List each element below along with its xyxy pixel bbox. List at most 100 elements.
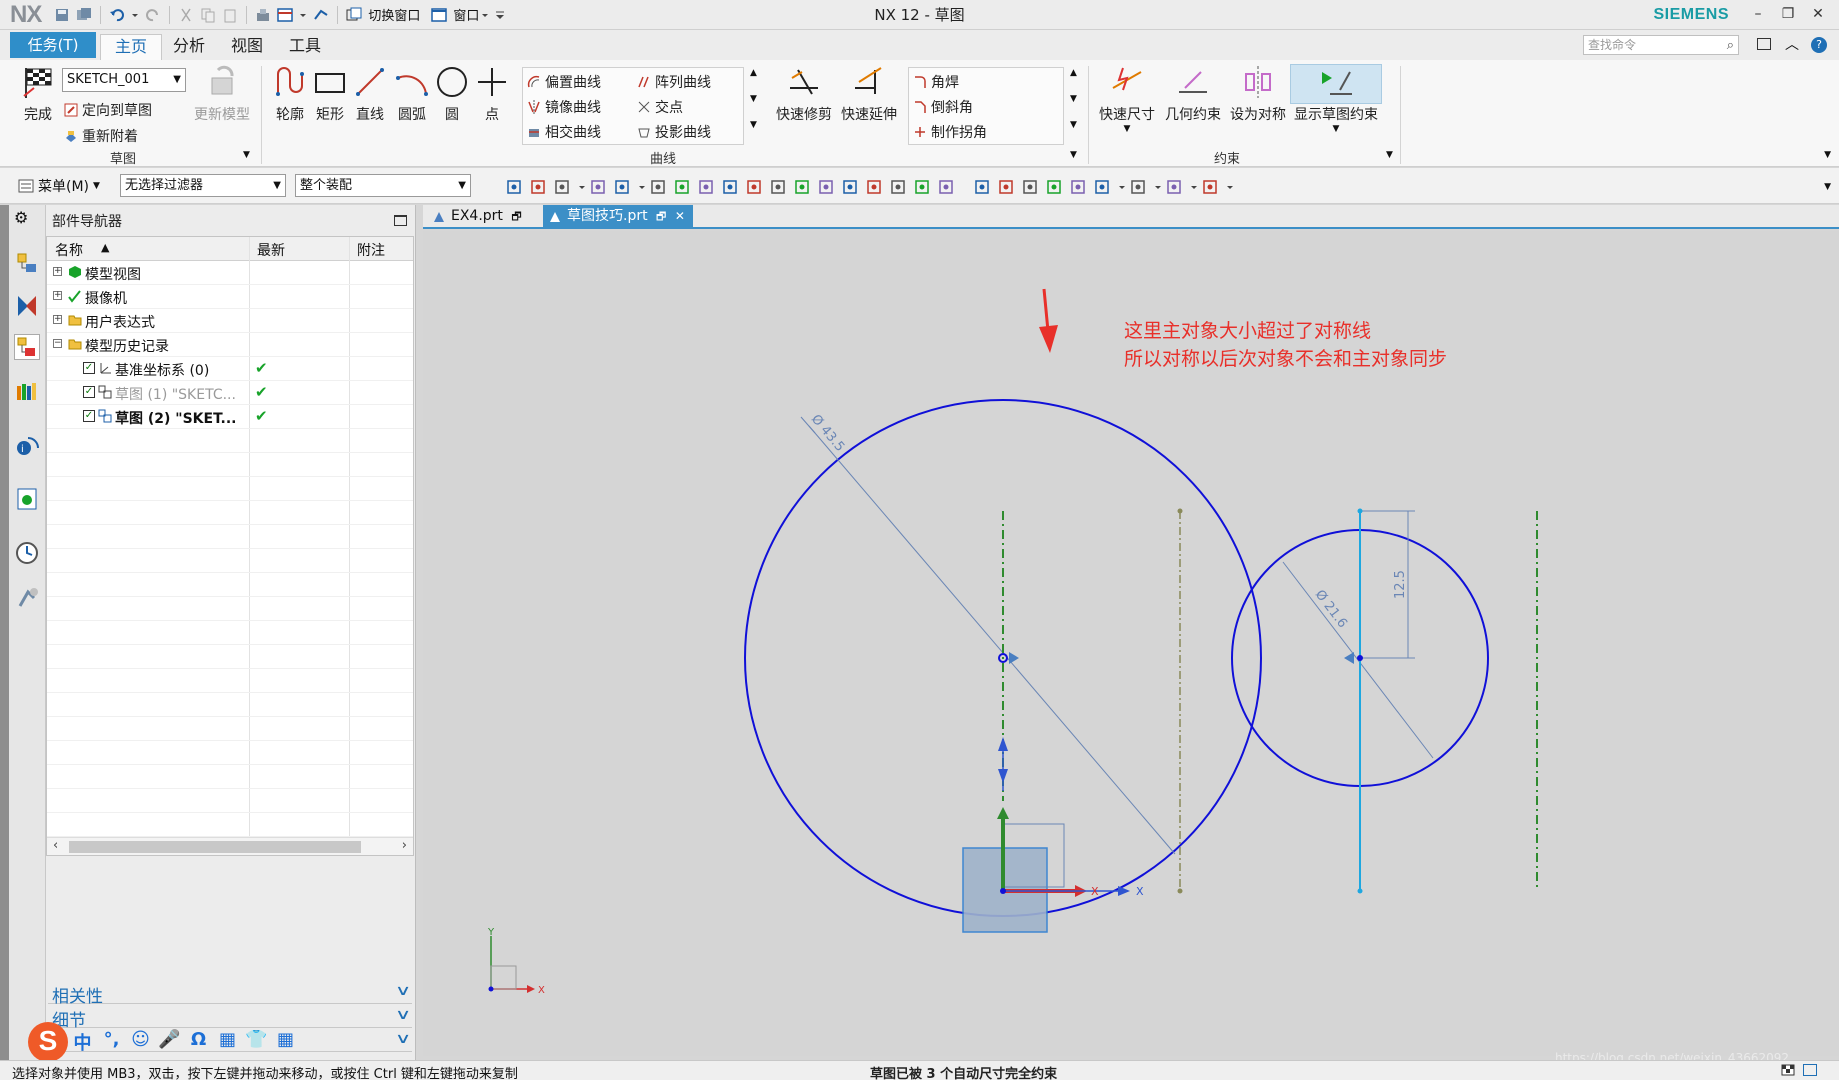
voice-input-icon[interactable]: 🎤 (155, 1029, 184, 1055)
tab-home[interactable]: 主页 (100, 34, 162, 60)
arc-button[interactable]: 圆弧 (394, 64, 430, 130)
point-button[interactable]: 点 (474, 64, 510, 130)
toolbar-overflow-icon[interactable]: ▼ (1824, 182, 1831, 192)
offset-curve-button[interactable]: 偏置曲线 (527, 72, 601, 92)
fillet-button[interactable]: 角焊 (913, 72, 959, 92)
tree-row[interactable]: + 模型视图 (47, 261, 413, 285)
paste-icon[interactable] (222, 7, 238, 23)
chamfer-button[interactable]: 倒斜角 (913, 97, 973, 117)
finish-sketch-button[interactable]: 完成 (16, 64, 60, 130)
profile-button[interactable]: 轮廓 (270, 64, 310, 130)
curve-chain-icon[interactable] (818, 179, 834, 195)
make-corner-button[interactable]: 制作拐角 (913, 122, 987, 142)
pattern-curve-button[interactable]: 阵列曲线 (637, 72, 711, 92)
tab-tools[interactable]: 工具 (282, 34, 328, 60)
help-icon[interactable]: ? (1811, 37, 1827, 53)
line-button[interactable]: 直线 (352, 64, 388, 130)
gallery-scroll-up-icon[interactable]: ▲ (750, 68, 757, 78)
body-select-icon[interactable] (650, 179, 666, 195)
tangent-snap-icon[interactable] (770, 179, 786, 195)
symbol-icon[interactable]: Ω (184, 1029, 213, 1055)
perpendicular-icon[interactable] (938, 179, 954, 195)
selection-rect-icon[interactable] (614, 179, 630, 195)
circle-button[interactable]: 圆 (434, 64, 470, 130)
reuse-library-icon[interactable] (14, 378, 40, 404)
layer-icon[interactable] (1070, 179, 1086, 195)
main-menu-button[interactable]: 菜单(M) ▼ (18, 176, 100, 196)
touch-mode-icon[interactable] (313, 7, 329, 23)
tree-row[interactable]: ✓ 草图 (2) "SKET... ✔ (47, 405, 413, 429)
intersection-point-button[interactable]: 交点 (637, 97, 683, 117)
hd3d-tools-icon[interactable]: i (14, 432, 40, 458)
display-icon[interactable] (1094, 179, 1110, 195)
tab-view[interactable]: 视图 (224, 34, 270, 60)
dependencies-section[interactable]: 相关性 ∨ (48, 982, 412, 1007)
suppress-checkbox[interactable]: ✓ (83, 362, 95, 374)
component-select-icon[interactable] (698, 179, 714, 195)
hide-icon[interactable] (1202, 179, 1218, 195)
search-icon[interactable]: ⌕ (1727, 37, 1734, 55)
repeat-command-icon[interactable] (255, 7, 271, 23)
restore-button[interactable]: ❐ (1773, 2, 1803, 26)
window-menu-button[interactable]: 窗口 (453, 5, 479, 24)
collapse-ribbon-icon[interactable]: ︿ (1785, 34, 1799, 54)
minimize-button[interactable]: – (1743, 2, 1773, 26)
dropdown-icon[interactable] (299, 7, 307, 23)
close-button[interactable]: ✕ (1803, 2, 1833, 26)
tree-row[interactable]: + 用户表达式 (47, 309, 413, 333)
collapse-node-icon[interactable]: − (53, 339, 62, 348)
mirror-curve-button[interactable]: 镜像曲线 (527, 97, 601, 117)
column-comment[interactable]: 附注 (357, 240, 385, 260)
tab-analysis[interactable]: 分析 (166, 34, 212, 60)
corner-scroll-down-icon[interactable]: ▼ (1070, 94, 1077, 104)
select-all-icon[interactable] (506, 179, 522, 195)
command-search-input[interactable]: 查找命令 ⌕ (1583, 35, 1739, 55)
constraint-navigator-icon[interactable] (14, 292, 40, 318)
web-browser-icon[interactable] (14, 486, 40, 512)
reattach-button[interactable]: 重新附着 (64, 126, 138, 146)
dropdown-icon[interactable] (481, 7, 489, 23)
tab-ex4-prt[interactable]: EX4.prt 🗗 (427, 205, 533, 227)
expand-node-icon[interactable]: + (53, 267, 62, 276)
type-filter-select[interactable]: 无选择过滤器 ▼ (120, 174, 286, 197)
zoom-icon[interactable] (998, 179, 1014, 195)
update-model-button[interactable]: 更新模型 (192, 64, 252, 130)
horizontal-scrollbar[interactable]: ‹ › (47, 837, 413, 855)
quick-trim-button[interactable]: 快速修剪 (774, 64, 834, 130)
close-tab-icon[interactable]: ✕ (675, 209, 685, 223)
midpoint-icon[interactable] (914, 179, 930, 195)
tree-row[interactable]: ✓ 基准坐标系 (0) ✔ (47, 357, 413, 381)
selection-scope-select[interactable]: 整个装配 ▼ (295, 174, 471, 197)
settings-gear-icon[interactable]: ⚙ (14, 208, 34, 228)
shade-icon[interactable] (1130, 179, 1146, 195)
scroll-left-icon[interactable]: ‹ (53, 838, 58, 853)
suppress-checkbox[interactable]: ✓ (83, 410, 95, 422)
save-icon[interactable] (54, 7, 70, 23)
tree-row[interactable]: + 摄像机 (47, 285, 413, 309)
group-expand-icon[interactable]: ▼ (1386, 150, 1393, 160)
view-orient-icon[interactable] (1166, 179, 1182, 195)
corner-scroll-up-icon[interactable]: ▲ (1070, 68, 1077, 78)
show-sketch-constraints-button[interactable]: 显示草图约束 ▼ (1294, 64, 1378, 134)
group-expand-icon[interactable]: ▼ (243, 150, 250, 160)
suppress-checkbox[interactable]: ✓ (83, 386, 95, 398)
task-menu-button[interactable]: 任务(T) (10, 32, 96, 58)
undo-icon[interactable] (109, 7, 125, 23)
column-uptodate[interactable]: 最新 (257, 240, 285, 260)
assembly-navigator-icon[interactable] (14, 250, 40, 276)
expand-node-icon[interactable]: + (53, 291, 62, 300)
find-icon[interactable] (590, 179, 606, 195)
deselect-icon[interactable] (530, 179, 546, 195)
rapid-dimension-button[interactable]: 快速尺寸 ▼ (1096, 64, 1158, 134)
snap-point-icon[interactable] (554, 179, 570, 195)
gallery-expand-icon[interactable]: ▼ (750, 120, 757, 130)
quadrant-icon[interactable] (890, 179, 906, 195)
sogou-ime-logo[interactable]: S (28, 1022, 68, 1062)
copy-icon[interactable] (200, 7, 216, 23)
customize-qat-icon[interactable] (495, 7, 505, 23)
status-flag-icon[interactable] (1781, 1064, 1795, 1076)
view-fit-icon[interactable] (974, 179, 990, 195)
cut-icon[interactable] (178, 7, 194, 23)
gallery-scroll-down-icon[interactable]: ▼ (750, 94, 757, 104)
chinese-mode-icon[interactable]: 中 (68, 1029, 97, 1055)
